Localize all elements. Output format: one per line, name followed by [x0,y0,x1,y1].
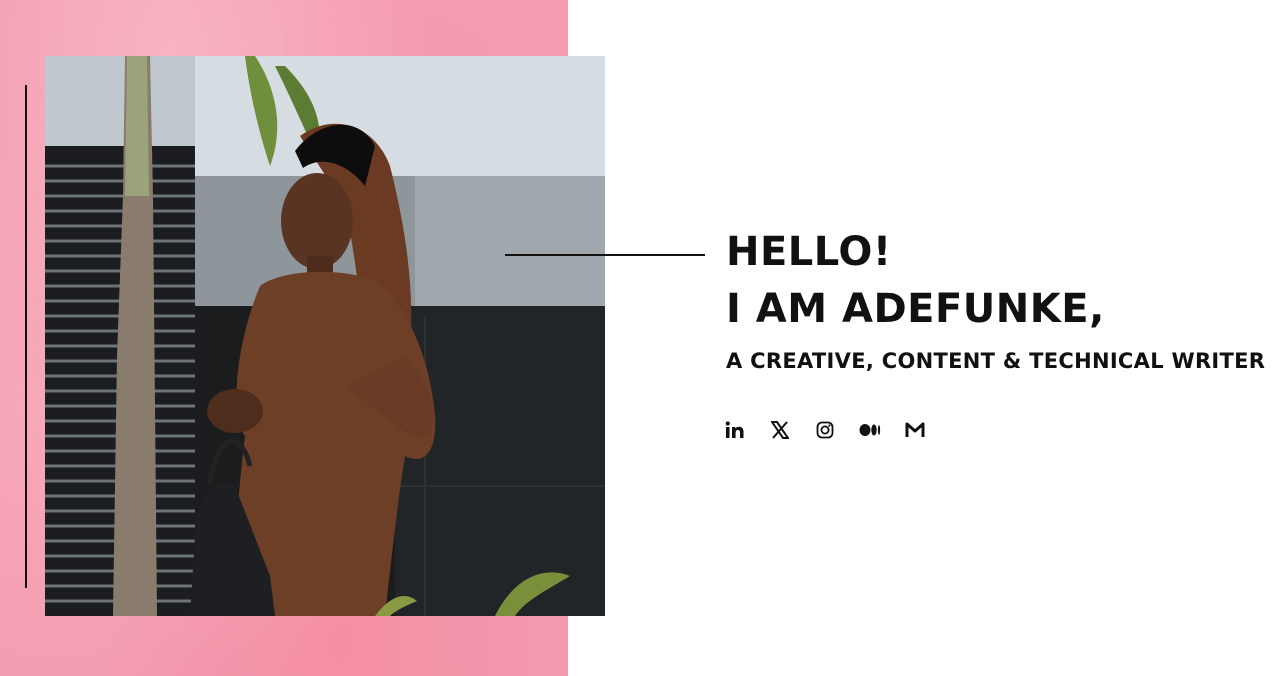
x-icon[interactable] [769,419,791,441]
instagram-icon[interactable] [814,419,836,441]
greeting-heading: HELLO! [726,229,892,275]
medium-icon[interactable] [859,419,881,441]
decorative-vertical-line [25,85,27,588]
connector-line [505,254,705,256]
mail-icon[interactable] [904,419,926,441]
profile-photo [45,56,605,616]
linkedin-icon[interactable] [724,419,746,441]
social-links [724,419,926,441]
name-heading: I AM ADEFUNKE, [726,286,1105,332]
hero-intro: HELLO! I AM ADEFUNKE, A CREATIVE, CONTEN… [726,226,1265,376]
tagline: A CREATIVE, CONTENT & TECHNICAL WRITER [726,349,1266,373]
